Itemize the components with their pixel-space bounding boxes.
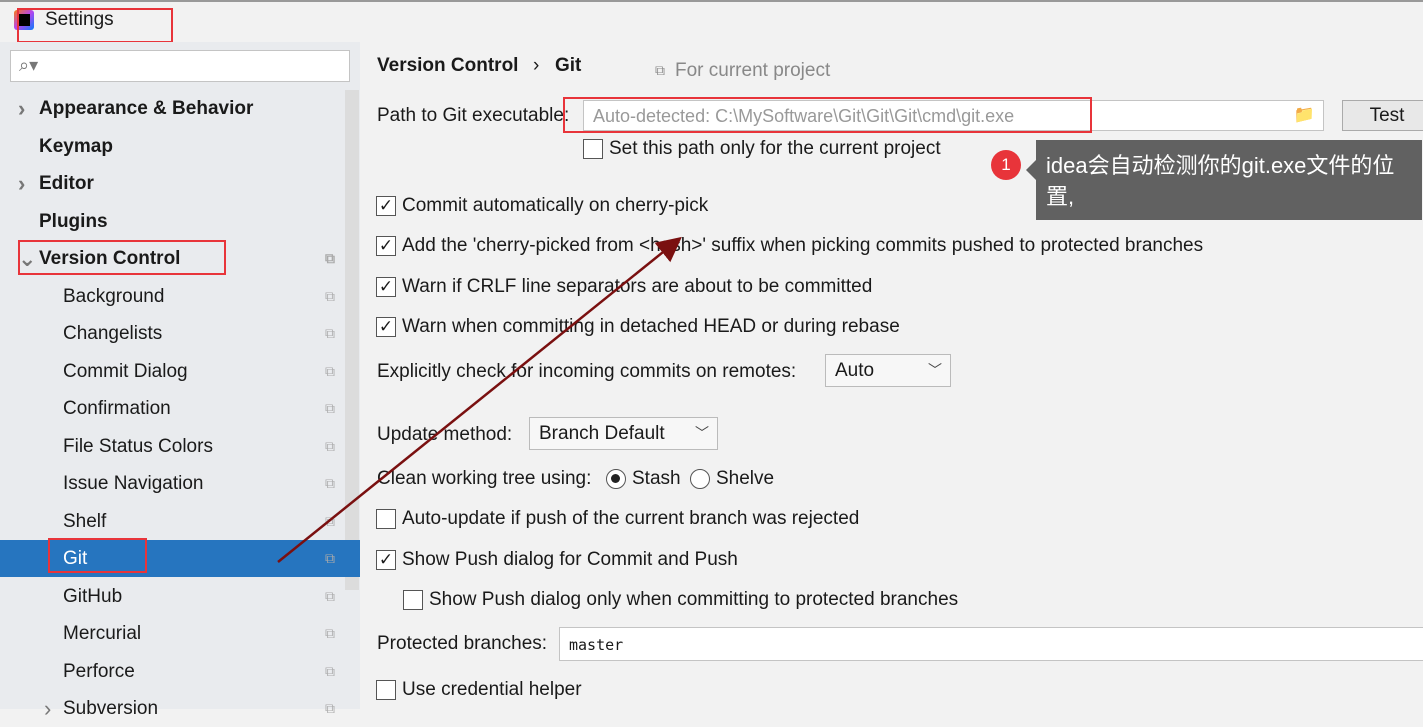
annotation-arrow [277, 236, 682, 563]
annotation-badge: 1 [991, 150, 1021, 180]
annotation-tooltip: idea会自动检测你的git.exe文件的位置, [1026, 140, 1422, 220]
arrow-line [277, 236, 682, 563]
